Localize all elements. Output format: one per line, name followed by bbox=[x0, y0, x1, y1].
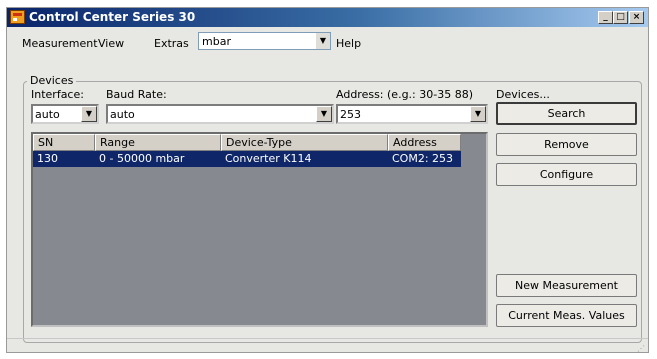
baud-rate-select[interactable]: auto ▼ bbox=[106, 104, 334, 124]
minimize-button[interactable]: _ bbox=[598, 11, 613, 24]
devices-list[interactable]: SN Range Device-Type Address 130 0 - 500… bbox=[31, 132, 488, 327]
main-window: Control Center Series 30 _ □ × Measureme… bbox=[6, 7, 649, 353]
chevron-down-icon[interactable]: ▼ bbox=[316, 33, 330, 49]
baud-rate-value: auto bbox=[110, 108, 135, 121]
column-address[interactable]: Address bbox=[388, 134, 461, 151]
close-button[interactable]: × bbox=[629, 11, 644, 24]
devices-label: Devices... bbox=[496, 88, 550, 101]
app-icon bbox=[10, 10, 25, 24]
resize-grip-icon[interactable]: ⋰ bbox=[637, 345, 645, 353]
current-values-button[interactable]: Current Meas. Values bbox=[496, 304, 637, 327]
cell-sn: 130 bbox=[37, 152, 58, 165]
address-value: 253 bbox=[340, 108, 361, 121]
window-title: Control Center Series 30 bbox=[29, 10, 196, 24]
configure-button[interactable]: Configure bbox=[496, 163, 637, 186]
address-label: Address: (e.g.: 30-35 88) bbox=[336, 88, 473, 101]
address-combo[interactable]: 253 ▼ bbox=[336, 104, 488, 124]
unit-select-value: mbar bbox=[202, 35, 231, 48]
baud-rate-label: Baud Rate: bbox=[106, 88, 167, 101]
table-row[interactable]: 130 0 - 50000 mbar Converter K114 COM2: … bbox=[33, 151, 461, 167]
unit-select[interactable]: mbar ▼ bbox=[198, 32, 331, 50]
cell-device-type: Converter K114 bbox=[225, 152, 312, 165]
menu-view[interactable]: View bbox=[98, 37, 124, 50]
title-bar[interactable]: Control Center Series 30 _ □ × bbox=[7, 8, 648, 27]
column-sn[interactable]: SN bbox=[33, 134, 95, 151]
interface-value: auto bbox=[35, 108, 60, 121]
chevron-down-icon[interactable]: ▼ bbox=[81, 106, 97, 122]
search-button[interactable]: Search bbox=[496, 102, 637, 125]
menu-measurement[interactable]: Measurement bbox=[22, 37, 98, 50]
cell-range: 0 - 50000 mbar bbox=[99, 152, 185, 165]
column-range[interactable]: Range bbox=[95, 134, 221, 151]
interface-label: Interface: bbox=[31, 88, 84, 101]
interface-select[interactable]: auto ▼ bbox=[31, 104, 99, 124]
table-header: SN Range Device-Type Address bbox=[33, 134, 486, 151]
column-device-type[interactable]: Device-Type bbox=[221, 134, 388, 151]
devices-group-legend: Devices bbox=[27, 74, 77, 87]
menu-extras[interactable]: Extras bbox=[154, 37, 189, 50]
cell-address: COM2: 253 bbox=[392, 152, 454, 165]
chevron-down-icon[interactable]: ▼ bbox=[470, 106, 486, 122]
remove-button[interactable]: Remove bbox=[496, 133, 637, 156]
status-bar: ⋰ bbox=[7, 338, 648, 353]
menu-help[interactable]: Help bbox=[336, 37, 361, 50]
chevron-down-icon[interactable]: ▼ bbox=[316, 106, 332, 122]
new-measurement-button[interactable]: New Measurement bbox=[496, 274, 637, 297]
maximize-button[interactable]: □ bbox=[613, 11, 628, 24]
